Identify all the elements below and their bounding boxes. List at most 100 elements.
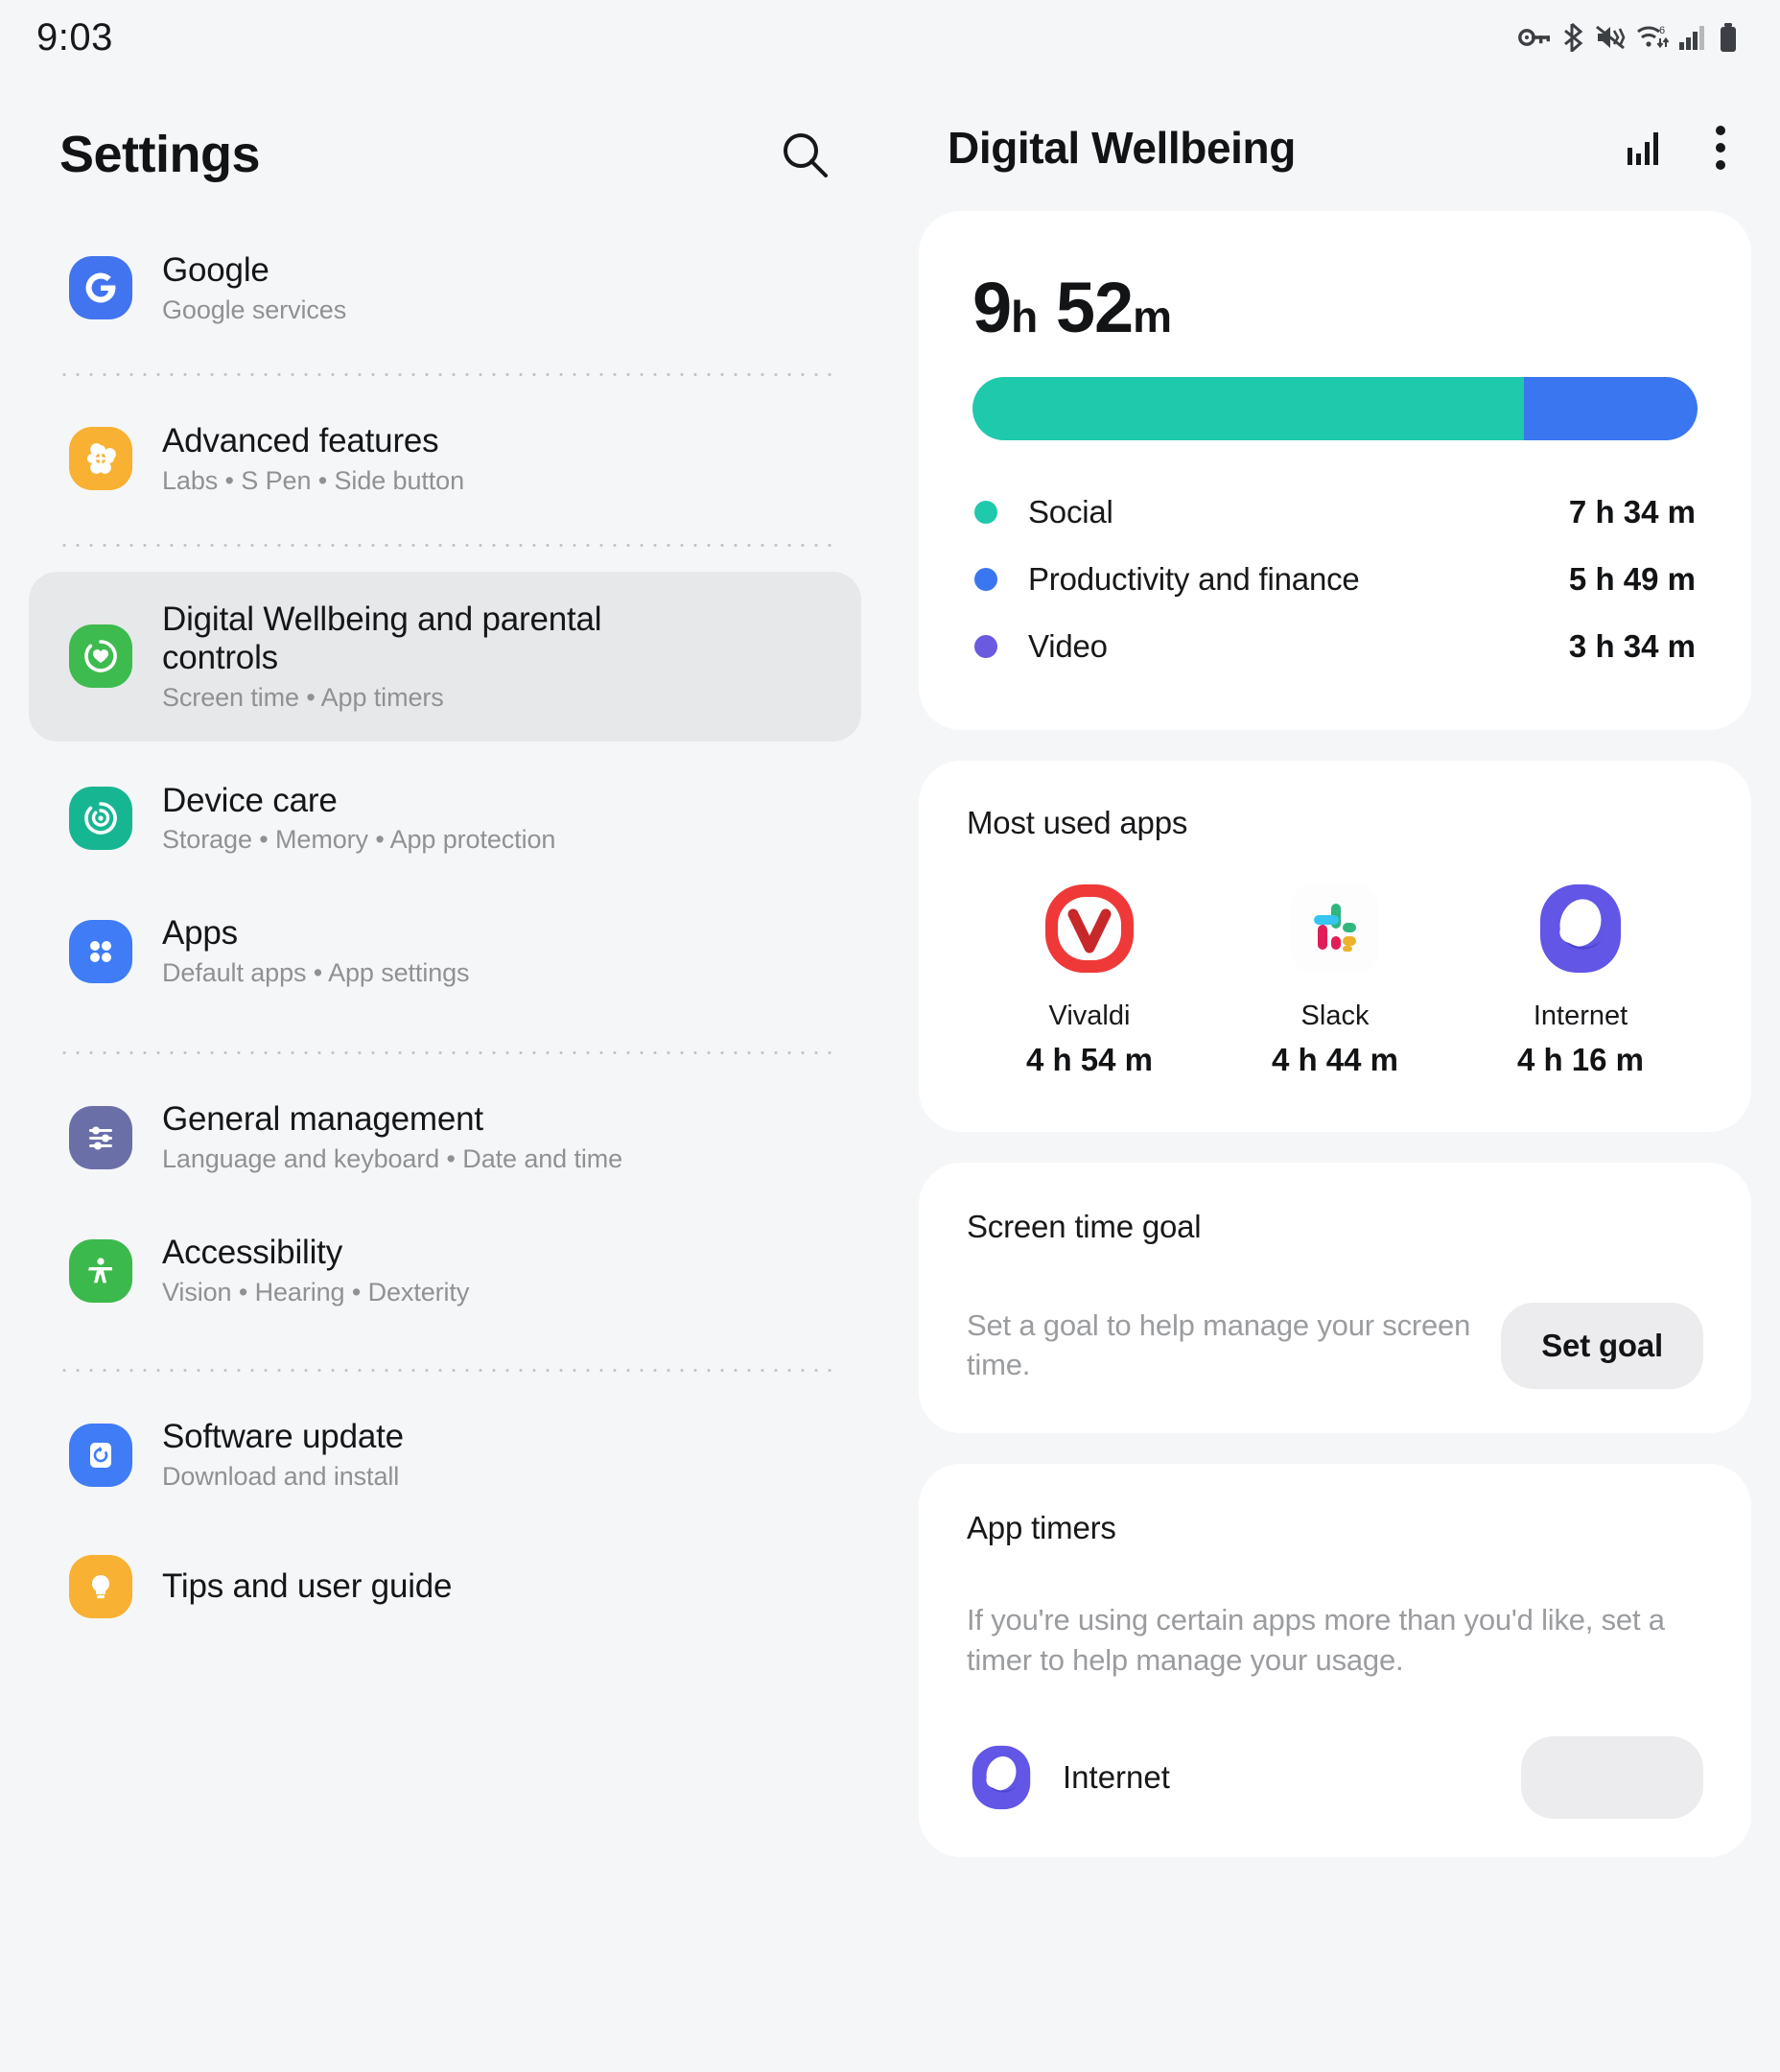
slack-icon: [1284, 878, 1386, 979]
minute-unit: m: [1133, 292, 1172, 341]
app-timers-description: If you're using certain apps more than y…: [967, 1603, 1665, 1678]
status-bar: 9:03 6: [0, 0, 1780, 75]
divider: [58, 543, 832, 547]
set-goal-button[interactable]: Set goal: [1501, 1303, 1703, 1389]
vpn-key-icon: [1518, 26, 1551, 49]
app-time: 4 h 54 m: [1025, 1042, 1154, 1077]
digital-wellbeing-icon: [69, 624, 132, 689]
app-timers-card: App timers If you're using certain apps …: [919, 1464, 1751, 1858]
divider: [58, 372, 832, 376]
sidebar-item-text: Apps Default apps • App settings: [162, 914, 470, 988]
sidebar-item-text: Digital Wellbeing and parental controls …: [162, 600, 613, 713]
device-care-icon: [69, 787, 132, 850]
app-timer-name: Internet: [1063, 1759, 1170, 1796]
legend-value-productivity: 5 h 49 m: [1568, 561, 1696, 597]
samsung-internet-icon: [967, 1743, 1036, 1812]
category-legend: Social 7 h 34 m Productivity and finance…: [972, 479, 1698, 680]
status-icons: 6: [1518, 23, 1738, 52]
screen-time-goal-description: Set a goal to help manage your screen ti…: [967, 1308, 1471, 1381]
sidebar-item-advanced-features[interactable]: Advanced features Labs • S Pen • Side bu…: [29, 401, 861, 517]
vivaldi-icon: [1039, 878, 1140, 979]
sidebar-item-apps[interactable]: Apps Default apps • App settings: [29, 893, 861, 1009]
sidebar-item-subtitle: Labs • S Pen • Side button: [162, 465, 465, 495]
page-title: Settings: [59, 126, 261, 183]
mute-vibrate-icon: [1595, 25, 1626, 50]
most-used-apps-row: Vivaldi 4 h 54 m Slack 4 h 44 m Internet…: [967, 878, 1703, 1078]
header-actions: [1623, 121, 1728, 175]
app-name: Slack: [1300, 1001, 1370, 1031]
total-minutes: 52: [1055, 268, 1134, 347]
sidebar-item-text: Device care Storage • Memory • App prote…: [162, 782, 555, 856]
wifi-6-icon: 6: [1636, 23, 1669, 52]
legend-value-video: 3 h 34 m: [1568, 628, 1696, 664]
bluetooth-icon: [1561, 23, 1584, 52]
detail-page-title: Digital Wellbeing: [948, 123, 1296, 173]
more-vertical-icon[interactable]: [1713, 121, 1728, 175]
total-hours: 9: [972, 268, 1012, 347]
advanced-features-icon: [69, 427, 132, 491]
sidebar-item-subtitle: Screen time • App timers: [162, 682, 444, 712]
legend-label-video: Video: [1028, 628, 1108, 664]
svg-text:6: 6: [1659, 25, 1665, 36]
sidebar-item-text: Google Google services: [162, 251, 346, 325]
app-timer-set-button[interactable]: [1521, 1736, 1703, 1820]
apps-icon: [69, 919, 132, 983]
sidebar-item-title: Accessibility: [162, 1234, 343, 1272]
sidebar-item-title: Advanced features: [162, 421, 439, 459]
sidebar-item-text: General management Language and keyboard…: [162, 1100, 622, 1174]
software-update-icon: [69, 1423, 132, 1487]
sidebar-item-title: Google: [162, 251, 269, 289]
category-usage-bar: [972, 377, 1698, 440]
sidebar-item-subtitle: Google services: [162, 294, 347, 324]
sidebar-item-subtitle: Default apps • App settings: [162, 958, 470, 988]
sidebar-item-title: Software update: [162, 1418, 404, 1456]
sidebar-item-text: Software update Download and install: [162, 1418, 404, 1492]
sidebar-item-tips[interactable]: Tips and user guide: [29, 1534, 861, 1639]
sidebar-item-title: Device care: [162, 781, 338, 819]
sidebar-item-software-update[interactable]: Software update Download and install: [29, 1397, 861, 1513]
bar-chart-icon[interactable]: [1623, 125, 1669, 171]
screen-time-summary-card: 9h 52m Social 7 h 34 m Productivity and …: [919, 211, 1751, 730]
google-icon: [69, 256, 132, 320]
legend-row-video: Video 3 h 34 m: [972, 613, 1698, 680]
bar-segment-productivity: [1523, 377, 1698, 440]
legend-row-productivity: Productivity and finance 5 h 49 m: [972, 546, 1698, 613]
sidebar-item-subtitle: Storage • Memory • App protection: [162, 825, 556, 855]
samsung-internet-icon: [1530, 878, 1631, 979]
app-timers-title: App timers: [967, 1510, 1116, 1545]
total-screen-time: 9h 52m: [972, 267, 1698, 348]
app-item-internet[interactable]: Internet 4 h 16 m: [1458, 878, 1703, 1078]
sidebar-item-title: General management: [162, 1100, 483, 1139]
tips-icon: [69, 1555, 132, 1619]
sidebar-item-accessibility[interactable]: Accessibility Vision • Hearing • Dexteri…: [29, 1213, 861, 1329]
legend-label-social: Social: [1028, 494, 1113, 530]
sidebar-item-text: Accessibility Vision • Hearing • Dexteri…: [162, 1234, 469, 1307]
search-icon[interactable]: [771, 121, 838, 188]
sidebar-item-device-care[interactable]: Device care Storage • Memory • App prote…: [29, 761, 861, 877]
screen-time-goal-body: Set a goal to help manage your screen ti…: [967, 1303, 1703, 1389]
settings-screen: 9:03 6 Settings Google Google services A…: [0, 0, 1780, 2072]
accessibility-icon: [69, 1238, 132, 1303]
status-time: 9:03: [36, 15, 113, 59]
panes: Settings Google Google services Advanced…: [0, 75, 1780, 2072]
legend-value-social: 7 h 34 m: [1568, 494, 1696, 530]
screen-time-goal-title: Screen time goal: [967, 1209, 1202, 1244]
battery-icon: [1719, 23, 1738, 52]
legend-row-social: Social 7 h 34 m: [972, 479, 1698, 546]
signal-bars-icon: [1679, 25, 1708, 50]
app-item-slack[interactable]: Slack 4 h 44 m: [1212, 878, 1458, 1078]
divider: [58, 1369, 832, 1373]
sidebar-item-title: Apps: [162, 914, 238, 953]
sidebar-item-digital-wellbeing[interactable]: Digital Wellbeing and parental controls …: [29, 571, 861, 742]
screen-time-goal-card: Screen time goal Set a goal to help mana…: [919, 1163, 1751, 1433]
legend-dot-social: [974, 501, 997, 524]
app-time: 4 h 44 m: [1271, 1042, 1399, 1077]
hour-unit: h: [1011, 292, 1038, 341]
sidebar-item-text: Advanced features Labs • S Pen • Side bu…: [162, 422, 464, 496]
app-item-vivaldi[interactable]: Vivaldi 4 h 54 m: [967, 878, 1212, 1078]
sidebar-item-google[interactable]: Google Google services: [29, 230, 861, 346]
sidebar-item-subtitle: Vision • Hearing • Dexterity: [162, 1278, 470, 1307]
app-timer-row-internet[interactable]: Internet: [967, 1736, 1703, 1820]
sidebar-item-general-management[interactable]: General management Language and keyboard…: [29, 1079, 861, 1195]
settings-list: Google Google services Advanced features…: [0, 230, 890, 1639]
